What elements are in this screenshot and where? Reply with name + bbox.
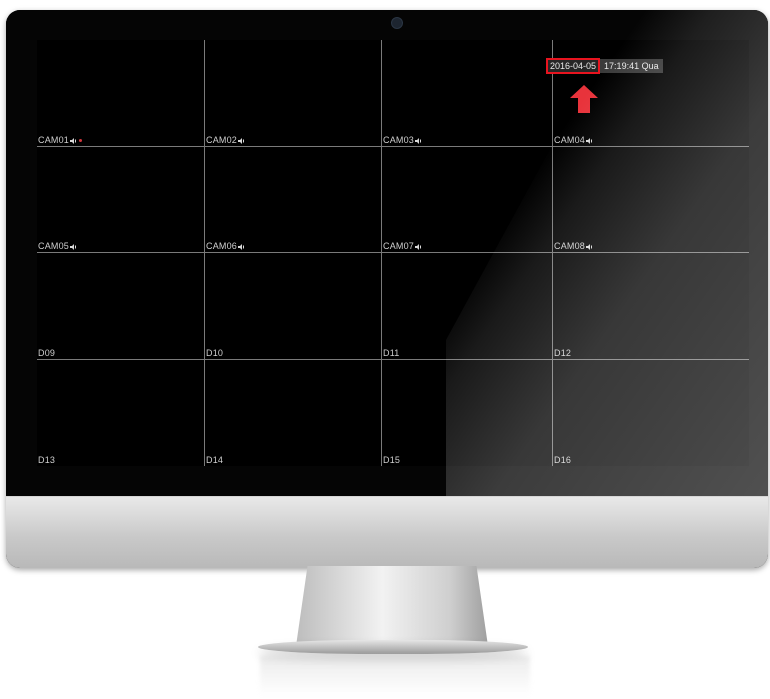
camera-cell[interactable]: CAM06 — [205, 147, 382, 253]
camera-cell[interactable]: D11 — [382, 253, 553, 360]
monitor-stand — [296, 566, 488, 646]
datetime-overlay: 2016-04-05 17:19:41 Qua — [546, 58, 663, 74]
camera-cell[interactable]: D13 — [37, 360, 205, 466]
camera-cell[interactable]: CAM05 — [37, 147, 205, 253]
speaker-icon — [415, 243, 422, 250]
camera-cell[interactable]: CAM08 — [553, 147, 749, 253]
channel-label: D11 — [383, 348, 400, 358]
record-indicator-icon — [79, 139, 83, 143]
camera-label: CAM05 — [38, 241, 78, 251]
monitor: CAM01 CAM02 CAM03 CAM04 CAM05 CAM06 CAM0… — [6, 10, 768, 568]
channel-label: D10 — [206, 348, 224, 358]
channel-label: D16 — [554, 455, 572, 465]
camera-cell[interactable]: D16 — [553, 360, 749, 466]
camera-cell[interactable]: D12 — [553, 253, 749, 360]
camera-cell[interactable]: CAM07 — [382, 147, 553, 253]
up-arrow-icon — [570, 85, 598, 113]
speaker-icon — [238, 243, 245, 250]
channel-label: D14 — [206, 455, 224, 465]
monitor-chin — [6, 496, 768, 568]
camera-cell[interactable]: CAM01 — [37, 40, 205, 147]
camera-label: CAM02 — [206, 135, 246, 145]
camera-label: CAM06 — [206, 241, 246, 251]
webcam-icon — [391, 17, 403, 29]
speaker-icon — [238, 137, 245, 144]
camera-cell[interactable]: D09 — [37, 253, 205, 360]
camera-cell[interactable]: CAM03 — [382, 40, 553, 147]
channel-label: D15 — [383, 455, 401, 465]
camera-label: CAM04 — [554, 135, 594, 145]
camera-label: CAM03 — [383, 135, 423, 145]
stand-reflection — [260, 656, 530, 696]
channel-label: D13 — [38, 455, 56, 465]
date-highlight: 2016-04-05 — [546, 58, 601, 74]
channel-label: D09 — [38, 348, 56, 358]
camera-cell[interactable]: CAM02 — [205, 40, 382, 147]
monitor-base — [258, 640, 528, 654]
camera-cell[interactable]: D10 — [205, 253, 382, 360]
camera-label: CAM07 — [383, 241, 423, 251]
time-day: 17:19:41 Qua — [600, 59, 663, 73]
speaker-icon — [70, 243, 77, 250]
speaker-icon — [415, 137, 422, 144]
monitor-bezel: CAM01 CAM02 CAM03 CAM04 CAM05 CAM06 CAM0… — [6, 10, 768, 496]
camera-cell[interactable]: D14 — [205, 360, 382, 466]
camera-label: CAM01 — [38, 135, 83, 145]
dvr-screen: CAM01 CAM02 CAM03 CAM04 CAM05 CAM06 CAM0… — [37, 40, 749, 466]
speaker-icon — [586, 243, 593, 250]
speaker-icon — [586, 137, 593, 144]
camera-cell[interactable]: D15 — [382, 360, 553, 466]
camera-grid: CAM01 CAM02 CAM03 CAM04 CAM05 CAM06 CAM0… — [37, 40, 749, 466]
speaker-icon — [70, 137, 77, 144]
channel-label: D12 — [554, 348, 572, 358]
camera-label: CAM08 — [554, 241, 594, 251]
